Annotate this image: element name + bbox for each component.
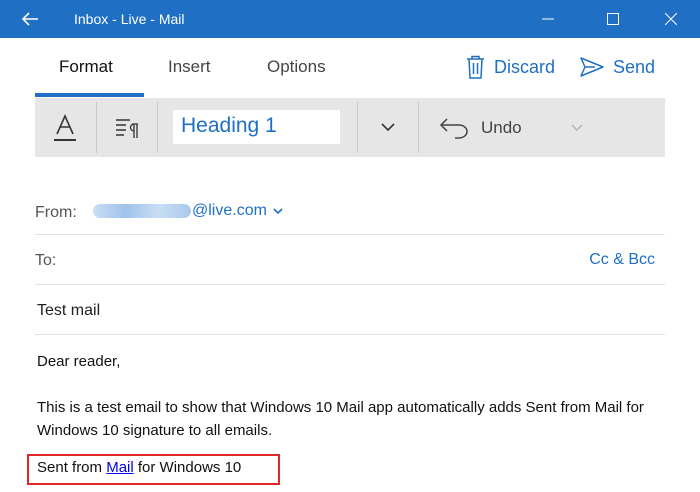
undo-icon xyxy=(439,117,468,139)
paragraph-format-icon xyxy=(116,118,138,138)
chevron-down-icon xyxy=(571,123,583,131)
close-button[interactable] xyxy=(648,0,694,38)
from-label: From: xyxy=(35,204,77,221)
undo-label: Undo xyxy=(481,117,522,137)
window-title: Inbox - Live - Mail xyxy=(74,11,185,27)
close-icon xyxy=(665,13,677,25)
tab-format[interactable]: Format xyxy=(59,57,113,77)
toolbar-separator xyxy=(418,102,419,153)
to-label: To: xyxy=(35,252,57,269)
undo-button[interactable]: Undo xyxy=(439,98,554,157)
blurred-username xyxy=(93,204,191,218)
send-label: Send xyxy=(613,56,656,77)
format-toolbar: Heading 1 Undo xyxy=(35,98,665,157)
title-bar: Inbox - Live - Mail xyxy=(0,0,700,38)
chevron-down-icon xyxy=(380,123,395,132)
maximize-button[interactable] xyxy=(590,0,636,38)
from-account-selector[interactable]: @live.com xyxy=(93,202,284,220)
active-tab-indicator xyxy=(35,93,144,97)
minimize-button[interactable] xyxy=(525,0,571,38)
trash-icon xyxy=(467,55,484,79)
paragraph-format-button[interactable] xyxy=(97,98,157,157)
to-field[interactable]: To: Cc & Bcc xyxy=(35,235,665,285)
toolbar-separator xyxy=(157,102,158,153)
ribbon-tabs: Format Insert Options Discard Send xyxy=(0,38,700,98)
mail-app-link[interactable]: Mail xyxy=(106,459,134,476)
signature-suffix: for Windows 10 xyxy=(133,459,242,476)
send-button[interactable]: Send xyxy=(580,53,655,81)
subject-field[interactable]: Test mail xyxy=(35,285,665,335)
subject-text: Test mail xyxy=(37,302,101,319)
body-greeting[interactable]: Dear reader, xyxy=(37,350,120,373)
signature-highlight: Sent from Mail for Windows 10 xyxy=(27,454,280,485)
discard-label: Discard xyxy=(494,56,556,77)
tab-insert[interactable]: Insert xyxy=(168,57,211,77)
maximize-icon xyxy=(607,13,619,25)
cc-bcc-link[interactable]: Cc & Bcc xyxy=(589,251,655,269)
undo-dropdown-button[interactable] xyxy=(565,98,589,157)
from-field: From: @live.com xyxy=(35,193,665,235)
discard-button[interactable]: Discard xyxy=(466,53,555,81)
arrow-left-icon[interactable] xyxy=(18,7,42,31)
from-address-domain: @live.com xyxy=(192,202,267,219)
style-dropdown-button[interactable] xyxy=(358,98,417,157)
send-icon xyxy=(580,57,604,77)
chevron-down-icon xyxy=(273,208,283,215)
font-format-icon xyxy=(54,113,76,141)
body-paragraph[interactable]: This is a test email to show that Window… xyxy=(37,396,667,442)
font-format-button[interactable] xyxy=(35,98,95,157)
tab-options[interactable]: Options xyxy=(267,57,326,77)
signature-prefix: Sent from xyxy=(37,459,107,476)
minimize-icon xyxy=(542,18,554,20)
paragraph-style-select[interactable]: Heading 1 xyxy=(173,110,340,144)
